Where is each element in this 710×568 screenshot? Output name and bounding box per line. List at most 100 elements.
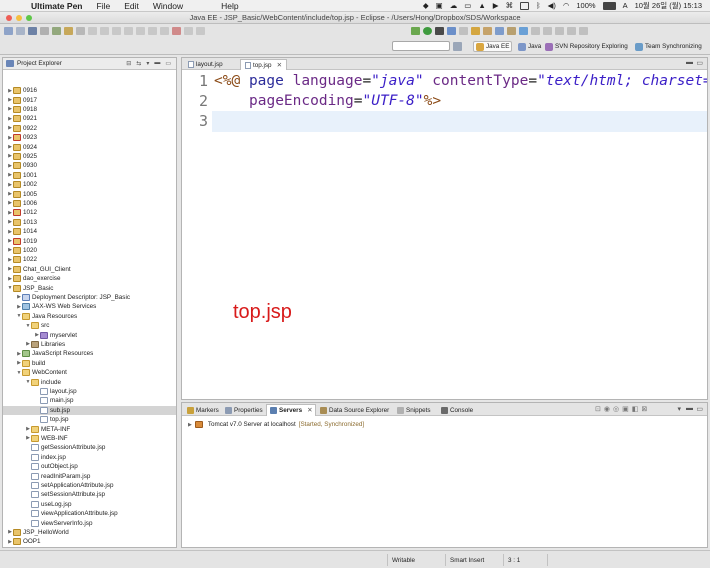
collapse-all-icon[interactable]: ⊟ — [126, 60, 131, 67]
tree-item[interactable]: ▶ 0917 — [3, 95, 176, 104]
close-tab-icon[interactable]: ✕ — [307, 407, 312, 414]
open-icon[interactable] — [16, 26, 25, 35]
tree-item[interactable]: ▶ 0923 — [3, 133, 176, 142]
expand-toggle-icon[interactable]: ▶ — [188, 422, 192, 428]
code-line-2[interactable]: pageEncoding="UTF-8"%> — [249, 93, 441, 109]
tab-console[interactable]: Console — [438, 404, 476, 416]
project-explorer-title[interactable]: Project Explorer — [17, 60, 62, 67]
quick-access-input[interactable] — [392, 41, 450, 51]
comment-icon[interactable] — [124, 26, 133, 35]
server-icon[interactable] — [447, 26, 456, 35]
stop-server-icon[interactable]: ▣ — [622, 406, 632, 413]
tree-item[interactable]: ▶OOP2 — [3, 547, 176, 548]
view-menu-icon[interactable]: ▾ — [146, 60, 149, 67]
edit-icon[interactable] — [76, 26, 85, 35]
last-edit-icon[interactable] — [555, 26, 564, 35]
disconnect-server-icon[interactable]: ⊠ — [641, 406, 650, 413]
tree-item[interactable]: layout.jsp — [3, 387, 176, 396]
print-icon[interactable] — [40, 26, 49, 35]
app-name-menu[interactable]: Ultimate Pen — [31, 1, 83, 11]
tree-item[interactable]: ▶ 0924 — [3, 142, 176, 151]
perspective-java-ee[interactable]: Java EE — [473, 41, 513, 52]
tree-item[interactable]: sub.jsp — [3, 405, 176, 415]
tree-item[interactable]: ▼ WebContent — [3, 368, 176, 377]
new-project-icon[interactable] — [471, 26, 480, 35]
screen-icon[interactable] — [520, 1, 530, 10]
tree-item[interactable]: ▶ myservlet — [3, 330, 176, 339]
tree-item[interactable]: ▶ 0930 — [3, 161, 176, 170]
stop-icon[interactable] — [435, 26, 444, 35]
keyboard-icon[interactable]: ⌘ — [506, 1, 514, 10]
tab-markers[interactable]: Markers — [184, 404, 222, 416]
outdent-icon[interactable] — [112, 26, 121, 35]
tree-item[interactable]: ▶ 1019 — [3, 236, 176, 245]
indent-icon[interactable] — [100, 26, 109, 35]
new-icon[interactable] — [4, 26, 13, 35]
perspective-svn[interactable]: SVN Repository Exploring — [543, 41, 630, 52]
tree-item[interactable]: setSessionAttribute.jsp — [3, 490, 176, 499]
bluetooth-icon[interactable]: ᛒ — [536, 1, 541, 10]
format-icon[interactable] — [88, 26, 97, 35]
tree-item[interactable]: ▶ 0916 — [3, 86, 176, 95]
perspective-java[interactable]: Java — [516, 41, 543, 52]
back-icon[interactable] — [567, 26, 576, 35]
tree-item[interactable]: ▶ 1013 — [3, 218, 176, 227]
clock[interactable]: 10월 26일 (월) 15:13 — [635, 0, 702, 11]
tree-item[interactable]: ▶ 1012 — [3, 208, 176, 217]
dropbox-icon[interactable]: ◆ — [423, 1, 429, 10]
profile-server-icon[interactable]: ◎ — [613, 406, 622, 413]
tree-item[interactable]: ▶ 1020 — [3, 246, 176, 255]
uncomment-icon[interactable] — [136, 26, 145, 35]
tree-item[interactable]: setApplicationAttribute.jsp — [3, 481, 176, 490]
highlight-icon[interactable] — [196, 26, 205, 35]
tree-item[interactable]: viewServerInfo.jsp — [3, 518, 176, 527]
tab-top-jsp[interactable]: top.jsp ✕ — [240, 59, 287, 70]
tree-item[interactable]: top.jsp — [3, 415, 176, 424]
mark-icon[interactable] — [160, 26, 169, 35]
maximize-view-icon[interactable]: ▭ — [696, 405, 703, 413]
tree-item[interactable]: ▶ dao_exercise — [3, 274, 176, 283]
previous-annotation-icon[interactable] — [543, 26, 552, 35]
volume-icon[interactable]: ◀) — [548, 1, 556, 10]
tab-properties[interactable]: Properties — [222, 404, 266, 416]
tree-item[interactable]: ▶ 1001 — [3, 171, 176, 180]
code-line-1[interactable]: <%@ page language="java" contentType="te… — [214, 73, 707, 89]
tab-layout-jsp[interactable]: layout.jsp — [184, 59, 227, 70]
minimize-editor-icon[interactable]: ▬ — [686, 59, 693, 66]
tree-item[interactable]: viewApplicationAttribute.jsp — [3, 509, 176, 518]
tree-item[interactable]: readInitParam.jsp — [3, 471, 176, 480]
next-annotation-icon[interactable] — [531, 26, 540, 35]
tree-item[interactable]: outObject.jsp — [3, 462, 176, 471]
open-perspective-icon[interactable] — [453, 42, 462, 51]
tree-item[interactable]: ▶ 1022 — [3, 255, 176, 264]
perspective-team-sync[interactable]: Team Synchronizing — [633, 41, 704, 52]
new-package-icon[interactable] — [483, 26, 492, 35]
menu-help[interactable]: Help — [221, 1, 238, 11]
tree-item[interactable]: index.jsp — [3, 453, 176, 462]
publish-server-icon[interactable]: ◧ — [632, 406, 642, 413]
publish-icon[interactable] — [459, 26, 468, 35]
menu-edit[interactable]: Edit — [124, 1, 139, 11]
tree-item[interactable]: ▶ Chat_GUI_Client — [3, 265, 176, 274]
tree-item[interactable]: ▶ 1014 — [3, 227, 176, 236]
cloud-icon[interactable]: ☁ — [450, 1, 458, 10]
maximize-editor-icon[interactable]: ▭ — [696, 59, 703, 67]
tree-item[interactable]: ▶ WEB-INF — [3, 434, 176, 443]
run-icon[interactable] — [423, 26, 432, 35]
tree-item[interactable]: ▶ 0921 — [3, 114, 176, 123]
forward-icon[interactable] — [579, 26, 588, 35]
task-icon[interactable] — [64, 26, 73, 35]
tree-item[interactable]: useLog.jsp — [3, 500, 176, 509]
tree-item[interactable]: ▶ JSP_HelloWorld — [3, 528, 176, 537]
tree-item[interactable]: ▶ 0925 — [3, 152, 176, 161]
close-tab-icon[interactable]: ✕ — [277, 62, 282, 69]
tree-item[interactable]: ▼ Java Resources — [3, 312, 176, 321]
remove-icon[interactable] — [172, 26, 181, 35]
debug-server-icon[interactable]: ⊡ — [595, 406, 604, 413]
link-editor-icon[interactable]: ⇆ — [136, 60, 141, 67]
debug-icon[interactable] — [411, 26, 420, 35]
start-server-icon[interactable]: ◉ — [604, 406, 613, 413]
tab-data-source-explorer[interactable]: Data Source Explorer — [317, 404, 392, 416]
app-icon[interactable]: ▶ — [493, 1, 499, 10]
drive-icon[interactable]: ▲ — [478, 1, 485, 10]
